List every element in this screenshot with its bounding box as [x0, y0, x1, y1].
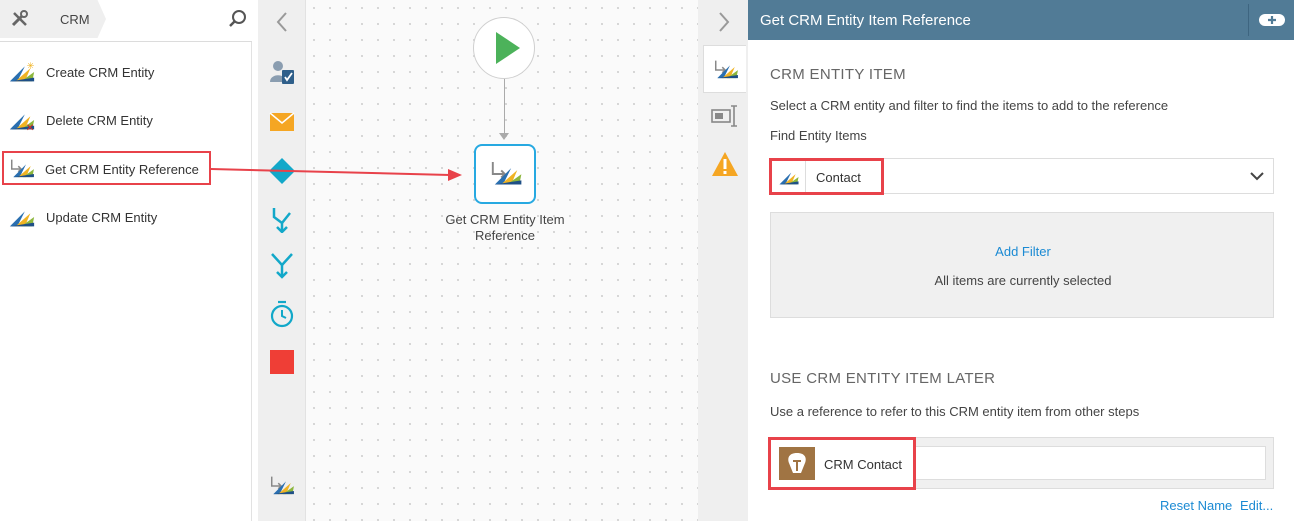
header-divider — [1248, 4, 1249, 36]
step-node-get-crm-entity-item-reference[interactable] — [474, 144, 536, 204]
breadcrumb-label[interactable]: CRM — [60, 12, 90, 27]
properties-tab-column — [698, 0, 748, 521]
section-title-crm-entity-item: CRM ENTITY ITEM — [770, 66, 906, 83]
tab-step-warnings[interactable] — [703, 140, 746, 188]
toolbox-item-delete-crm-entity[interactable]: ✕ Delete CRM Entity — [6, 102, 246, 138]
toolbox-panel: CRM ✳ Create CRM Entity ✕ Delete CRM Ent… — [0, 0, 252, 521]
toolbox-item-label: Delete CRM Entity — [46, 113, 153, 128]
toolbox-item-get-crm-entity-reference[interactable]: Get CRM Entity Reference — [2, 151, 211, 185]
section-description: Select a CRM entity and filter to find t… — [770, 98, 1169, 113]
timer-icon[interactable] — [268, 300, 296, 328]
svg-text:✳: ✳ — [27, 61, 35, 72]
toolbox-item-label: Get CRM Entity Reference — [45, 162, 199, 177]
tab-step-properties[interactable] — [703, 45, 746, 93]
split-icon[interactable] — [268, 205, 296, 233]
email-icon[interactable] — [268, 108, 296, 136]
crm-create-icon: ✳ — [9, 61, 35, 82]
crm-get-reference-icon[interactable] — [268, 472, 296, 500]
crm-delete-icon: ✕ — [9, 114, 35, 132]
reference-chip[interactable]: CRM Contact — [768, 437, 916, 490]
section-description: Use a reference to refer to this CRM ent… — [770, 404, 1140, 419]
reset-name-link[interactable]: Reset Name — [1160, 498, 1232, 513]
panel-header: Get CRM Entity Item Reference — [748, 0, 1294, 40]
selected-entity-label: Contact — [816, 170, 861, 185]
warning-icon — [712, 152, 738, 176]
toolbox-header: CRM — [0, 0, 252, 42]
add-filter-link[interactable]: Add Filter — [771, 244, 1275, 259]
filter-box: Add Filter All items are currently selec… — [770, 212, 1274, 318]
connector-arrow — [499, 133, 509, 140]
action-bar — [258, 0, 306, 521]
rename-icon — [711, 105, 737, 127]
crm-get-reference-icon — [10, 158, 34, 178]
crm-update-icon — [9, 211, 35, 227]
tools-icon[interactable] — [10, 10, 30, 28]
divider — [805, 161, 806, 192]
toolbox-item-create-crm-entity[interactable]: ✳ Create CRM Entity — [6, 54, 246, 90]
reference-name-label: CRM Contact — [824, 457, 903, 472]
play-icon — [496, 32, 520, 64]
toolbox-item-label: Create CRM Entity — [46, 65, 155, 80]
crm-get-reference-icon — [714, 59, 738, 79]
step-node-label: Get CRM Entity Item Reference — [445, 212, 565, 243]
section-title-use-later: USE CRM ENTITY ITEM LATER — [770, 370, 996, 387]
stop-icon[interactable] — [268, 348, 296, 376]
filter-status: All items are currently selected — [934, 273, 1112, 288]
decision-icon[interactable] — [268, 157, 296, 185]
crm-get-reference-icon — [491, 161, 522, 185]
workflow-canvas[interactable]: Get CRM Entity Item Reference — [306, 0, 698, 521]
find-entity-items-label: Find Entity Items — [770, 128, 867, 143]
workflow-designer: CRM ✳ Create CRM Entity ✕ Delete CRM Ent… — [0, 0, 1294, 521]
breadcrumb[interactable]: CRM — [0, 0, 106, 38]
tab-step-name[interactable] — [703, 92, 746, 140]
chevron-down-icon[interactable] — [1249, 168, 1265, 184]
selected-entity[interactable]: Contact — [769, 158, 884, 195]
crm-entity-icon — [779, 172, 799, 185]
chevron-left-icon[interactable] — [272, 10, 292, 34]
start-node[interactable] — [473, 17, 535, 79]
search-icon[interactable] — [228, 9, 248, 29]
edit-link[interactable]: Edit... — [1240, 498, 1273, 513]
user-task-icon[interactable] — [268, 58, 296, 86]
toolbox-item-label: Update CRM Entity — [46, 210, 158, 225]
merge-icon[interactable] — [268, 251, 296, 279]
properties-panel: Get CRM Entity Item Reference CRM ENTITY… — [748, 0, 1294, 521]
connector-line — [504, 79, 505, 137]
toolbox-item-update-crm-entity[interactable]: Update CRM Entity — [6, 199, 246, 235]
chevron-right-icon[interactable] — [714, 10, 734, 34]
reference-badge-icon — [779, 447, 815, 480]
add-icon[interactable] — [1258, 11, 1286, 29]
panel-title: Get CRM Entity Item Reference — [760, 12, 971, 29]
svg-text:✕: ✕ — [26, 122, 35, 132]
